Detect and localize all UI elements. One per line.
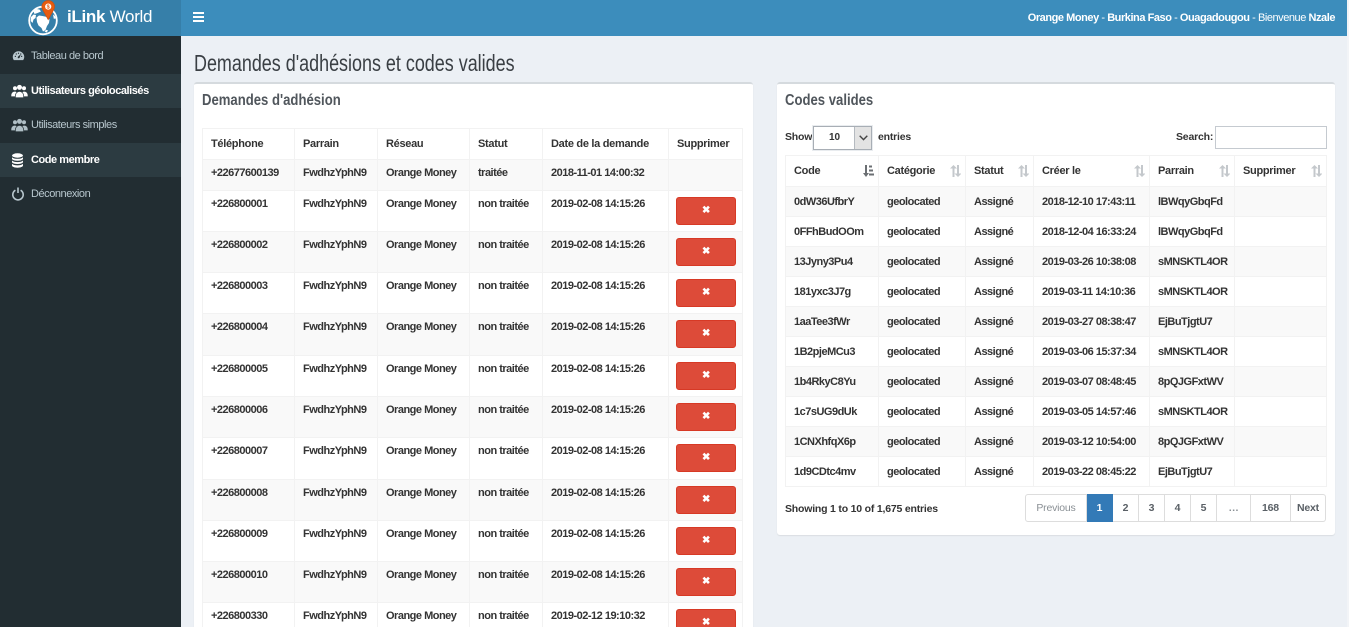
svg-text:$: $ xyxy=(47,5,50,11)
